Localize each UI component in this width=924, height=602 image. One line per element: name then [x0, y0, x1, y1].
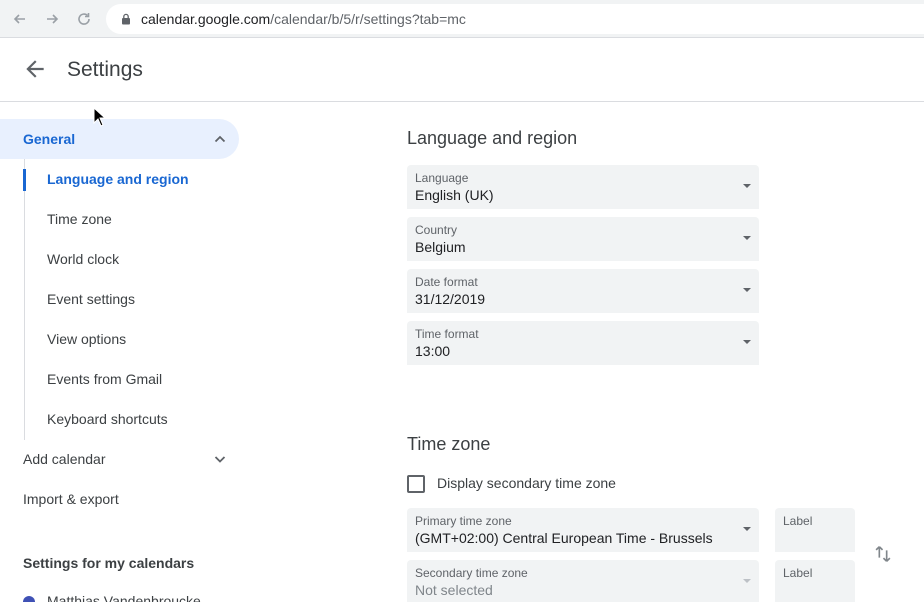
secondary-time-zone-select[interactable]: Secondary time zone Not selected [407, 560, 759, 602]
secondary-time-zone-checkbox-label[interactable]: Display secondary time zone [437, 475, 616, 491]
sidebar-item-calendar[interactable]: Matthias Vandenbroucke [47, 593, 201, 602]
dropdown-caret-icon [743, 579, 751, 583]
language-select[interactable]: Language English (UK) [407, 165, 759, 209]
date-format-select[interactable]: Date format 31/12/2019 [407, 269, 759, 313]
section-title-time-zone: Time zone [407, 434, 491, 454]
sidebar-item-import-export[interactable]: Import & export [23, 491, 119, 507]
url-path: /calendar/b/5/r/settings?tab=mc [270, 11, 466, 27]
sidebar-subnav-line [24, 159, 25, 440]
dropdown-caret-icon [743, 340, 751, 344]
chevron-down-icon[interactable] [212, 451, 228, 467]
mouse-cursor-icon [93, 107, 107, 127]
field-label: Secondary time zone [415, 566, 528, 580]
field-value: Belgium [415, 239, 466, 255]
address-bar[interactable]: calendar.google.com/calendar/b/5/r/setti… [106, 4, 924, 34]
arrow-right-icon [47, 14, 59, 24]
field-value: 31/12/2019 [415, 291, 486, 307]
section-title-language-region: Language and region [407, 128, 578, 148]
sidebar-item-language-region[interactable]: Language and region [47, 171, 189, 187]
secondary-time-zone-label-field[interactable]: Label [775, 560, 855, 602]
browser-back-button[interactable] [10, 9, 30, 29]
field-label: Language [415, 171, 469, 185]
url-host: calendar.google.com [141, 11, 271, 27]
dropdown-caret-icon [743, 236, 751, 240]
swap-time-zones-icon[interactable] [872, 543, 894, 565]
sidebar-item-events-from-gmail[interactable]: Events from Gmail [47, 371, 162, 387]
chevron-up-icon [214, 135, 226, 143]
url-text: calendar.google.com/calendar/b/5/r/setti… [141, 11, 466, 27]
sidebar-item-label: General [23, 131, 76, 147]
sidebar-item-keyboard-shortcuts[interactable]: Keyboard shortcuts [47, 411, 168, 427]
field-value: Not selected [415, 582, 493, 598]
field-label: Country [415, 223, 458, 237]
dropdown-caret-icon [743, 527, 751, 531]
field-label: Date format [415, 275, 478, 289]
page-title: Settings [67, 58, 143, 81]
my-calendars-heading: Settings for my calendars [23, 555, 195, 571]
sidebar-item-general[interactable]: General [0, 119, 239, 159]
primary-time-zone-label-field[interactable]: Label [775, 508, 855, 552]
sidebar-item-world-clock[interactable]: World clock [47, 251, 119, 267]
secondary-time-zone-checkbox[interactable] [407, 475, 425, 493]
primary-time-zone-select[interactable]: Primary time zone (GMT+02:00) Central Eu… [407, 508, 759, 552]
country-select[interactable]: Country Belgium [407, 217, 759, 261]
field-value: 13:00 [415, 343, 451, 359]
field-value: (GMT+02:00) Central European Time - Brus… [415, 530, 713, 546]
sidebar-item-time-zone[interactable]: Time zone [47, 211, 112, 227]
browser-toolbar: calendar.google.com/calendar/b/5/r/setti… [0, 0, 924, 38]
lock-icon [122, 13, 130, 25]
field-label: Label [783, 514, 813, 528]
calendar-color-dot [23, 596, 35, 602]
settings-header: Settings [0, 38, 924, 102]
arrow-left-icon [13, 14, 25, 24]
browser-forward-button[interactable] [42, 9, 62, 29]
sidebar-item-add-calendar[interactable]: Add calendar [23, 451, 106, 467]
field-label: Primary time zone [415, 514, 512, 528]
dropdown-caret-icon [743, 288, 751, 292]
field-label: Time format [415, 327, 479, 341]
active-indicator [23, 169, 26, 191]
back-arrow-icon[interactable] [22, 56, 48, 82]
field-value: English (UK) [415, 187, 494, 203]
sidebar-item-view-options[interactable]: View options [47, 331, 126, 347]
reload-icon [78, 13, 90, 25]
time-format-select[interactable]: Time format 13:00 [407, 321, 759, 365]
browser-reload-button[interactable] [74, 9, 94, 29]
field-label: Label [783, 566, 813, 580]
sidebar-item-event-settings[interactable]: Event settings [47, 291, 135, 307]
dropdown-caret-icon [743, 184, 751, 188]
